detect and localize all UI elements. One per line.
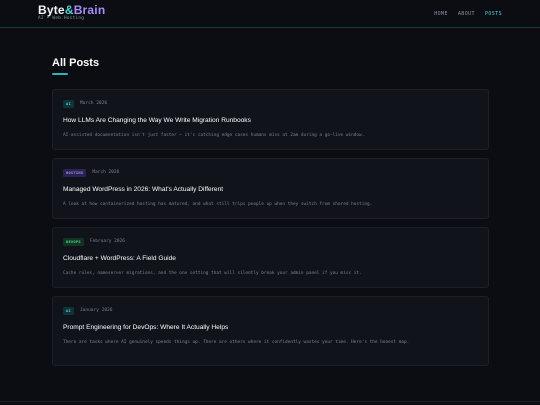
post-tag-badge[interactable]: DEVOPS: [63, 238, 84, 246]
logo-ampersand: &: [64, 3, 74, 17]
post-title-link[interactable]: How LLMs Are Changing the Way We Write M…: [63, 116, 251, 125]
post-meta: AI January 2026: [63, 307, 112, 315]
site-tagline: AI • Web Hosting: [38, 16, 85, 21]
post-meta: HOSTING March 2026: [63, 169, 119, 177]
post-card[interactable]: AI January 2026 Prompt Engineering for D…: [52, 296, 489, 366]
post-title-link[interactable]: Prompt Engineering for DevOps: Where It …: [63, 323, 228, 332]
post-meta: AI March 2026: [63, 100, 107, 108]
post-tag-badge[interactable]: HOSTING: [63, 169, 87, 177]
post-excerpt: There are tasks where AI genuinely speed…: [63, 340, 410, 345]
post-excerpt: Cache rules, nameserver migrations, and …: [63, 271, 362, 276]
post-card[interactable]: DEVOPS February 2026 Cloudflare + WordPr…: [52, 227, 489, 288]
post-title-link[interactable]: Managed WordPress in 2026: What's Actual…: [63, 185, 223, 194]
footer-divider: [0, 401, 540, 402]
post-date: March 2026: [92, 170, 120, 175]
post-title-link[interactable]: Cloudflare + WordPress: A Field Guide: [63, 254, 176, 263]
post-excerpt: A look at how containerized hosting has …: [63, 202, 373, 207]
post-meta: DEVOPS February 2026: [63, 238, 125, 246]
logo-word-brain: Brain: [73, 3, 106, 17]
post-date: March 2026: [79, 101, 108, 106]
post-card[interactable]: AI March 2026 How LLMs Are Changing the …: [52, 89, 489, 150]
nav-posts-link[interactable]: POSTS: [485, 10, 502, 18]
post-card[interactable]: HOSTING March 2026 Managed WordPress in …: [52, 158, 489, 219]
post-excerpt: AI-assisted documentation isn't just fas…: [63, 133, 365, 138]
main-nav: HOME ABOUT POSTS: [434, 10, 502, 18]
page-title: All Posts: [52, 57, 100, 69]
logo-word-byte: Byte: [38, 3, 65, 17]
site-logo[interactable]: Byte&Brain: [38, 4, 105, 16]
post-tag-badge[interactable]: AI: [63, 100, 74, 108]
post-tag-badge[interactable]: AI: [63, 307, 74, 315]
site-header: Byte&Brain AI • Web Hosting HOME ABOUT P…: [0, 0, 540, 28]
title-underline: [52, 73, 68, 75]
nav-home-link[interactable]: HOME: [434, 10, 448, 18]
post-date: January 2026: [79, 308, 113, 313]
nav-about-link[interactable]: ABOUT: [458, 10, 475, 18]
post-date: February 2026: [89, 239, 126, 244]
